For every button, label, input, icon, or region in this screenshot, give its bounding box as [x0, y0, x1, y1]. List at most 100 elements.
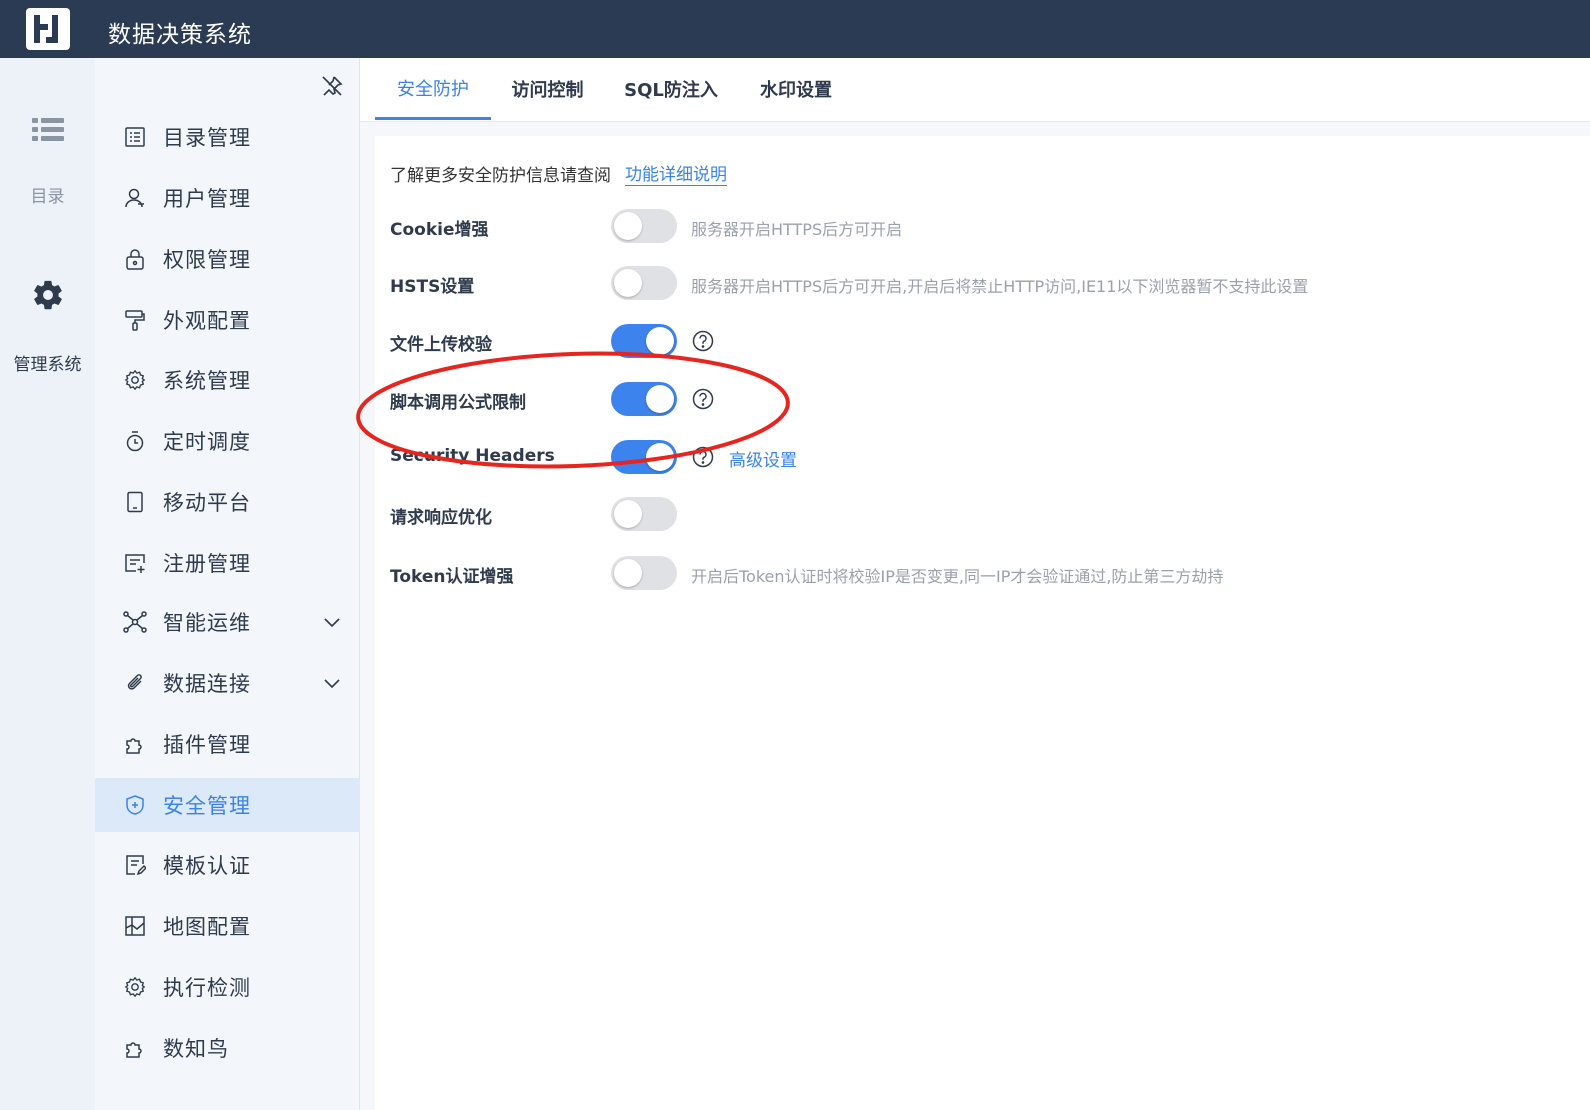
setting-row-cookie: Cookie增强 服务器开启HTTPS后方可开启 — [390, 208, 1570, 244]
sidebar-item-smart-ops[interactable]: 智能运维 — [95, 595, 360, 649]
settings-panel: 了解更多安全防护信息请查阅 功能详细说明 Cookie增强 服务器开启HTTPS… — [375, 136, 1590, 1110]
puzzle-icon — [123, 1036, 147, 1060]
sidebar-item-shuzhiniao[interactable]: 数知鸟 — [95, 1021, 360, 1075]
catalog-icon — [123, 125, 147, 149]
sidebar-item-label: 安全管理 — [163, 794, 251, 818]
script-formula-toggle[interactable] — [611, 382, 677, 416]
sidebar-item-system[interactable]: 系统管理 — [95, 353, 360, 407]
gear-icon — [33, 280, 62, 310]
rail-item-management[interactable]: 管理系统 — [0, 278, 95, 375]
sidebar-item-label: 智能运维 — [163, 611, 251, 635]
sidebar-item-label: 定时调度 — [163, 430, 251, 454]
setting-label: 文件上传校验 — [390, 335, 492, 355]
sidebar-item-catalog[interactable]: 目录管理 — [95, 110, 360, 164]
tab-watermark[interactable]: 水印设置 — [750, 58, 842, 120]
settings-icon — [123, 368, 147, 392]
sidebar: 目录管理 用户管理 权限管理 外观配置 系统管理 定时调度 移动平台 注册管理 … — [95, 58, 360, 1110]
setting-row-script-formula: 脚本调用公式限制 — [390, 381, 1570, 417]
sidebar-item-users[interactable]: 用户管理 — [95, 171, 360, 225]
security-headers-toggle[interactable] — [611, 440, 677, 474]
mobile-icon — [123, 490, 147, 514]
hsts-toggle[interactable] — [611, 266, 677, 300]
setting-row-file-upload: 文件上传校验 — [390, 323, 1570, 359]
info-line: 了解更多安全防护信息请查阅 功能详细说明 — [390, 160, 727, 186]
cookie-toggle[interactable] — [611, 209, 677, 243]
sidebar-item-label: 执行检测 — [163, 976, 251, 1000]
sidebar-item-label: 地图配置 — [163, 915, 251, 939]
feature-details-link[interactable]: 功能详细说明 — [625, 160, 727, 186]
tab-bar: 安全防护 访问控制 SQL防注入 水印设置 — [360, 58, 1590, 122]
help-icon[interactable] — [692, 330, 714, 352]
left-rail: 目录 管理系统 — [0, 58, 95, 1110]
sidebar-item-permissions[interactable]: 权限管理 — [95, 232, 360, 286]
app-title: 数据决策系统 — [108, 22, 252, 48]
sidebar-item-register[interactable]: 注册管理 — [95, 536, 360, 590]
sidebar-item-schedule[interactable]: 定时调度 — [95, 414, 360, 468]
rail-item-catalog[interactable]: 目录 — [0, 116, 95, 207]
setting-row-token: Token认证增强 开启后Token认证时将校验IP是否变更,同一IP才会验证通… — [390, 555, 1570, 591]
sidebar-item-data-connection[interactable]: 数据连接 — [95, 656, 360, 710]
setting-description: 服务器开启HTTPS后方可开启 — [691, 220, 903, 239]
main-panel: 安全防护 访问控制 SQL防注入 水印设置 了解更多安全防护信息请查阅 功能详细… — [360, 58, 1590, 1110]
info-text: 了解更多安全防护信息请查阅 — [390, 165, 611, 186]
sidebar-item-plugins[interactable]: 插件管理 — [95, 717, 360, 771]
sidebar-item-label: 用户管理 — [163, 187, 251, 211]
tab-sql-injection[interactable]: SQL防注入 — [615, 58, 727, 120]
sidebar-item-label: 移动平台 — [163, 491, 251, 515]
sidebar-item-execution-check[interactable]: 执行检测 — [95, 960, 360, 1014]
register-icon — [123, 551, 147, 575]
setting-description: 开启后Token认证时将校验IP是否变更,同一IP才会验证通过,防止第三方劫持 — [691, 567, 1224, 586]
setting-row-response-optimization: 请求响应优化 — [390, 496, 1570, 532]
user-icon — [123, 186, 147, 210]
setting-label: Cookie增强 — [390, 220, 489, 240]
setting-row-hsts: HSTS设置 服务器开启HTTPS后方可开启,开启后将禁止HTTP访问,IE11… — [390, 265, 1570, 301]
setting-row-security-headers: Security Headers 高级设置 — [390, 439, 1570, 475]
chevron-down-icon[interactable] — [322, 612, 342, 632]
file-upload-toggle[interactable] — [611, 324, 677, 358]
setting-description: 服务器开启HTTPS后方可开启,开启后将禁止HTTP访问,IE11以下浏览器暂不… — [691, 277, 1309, 296]
app-logo-icon — [26, 8, 70, 50]
response-optimization-toggle[interactable] — [611, 497, 677, 531]
tab-access-control[interactable]: 访问控制 — [500, 58, 595, 120]
sidebar-item-label: 模板认证 — [163, 854, 251, 878]
help-icon[interactable] — [692, 446, 714, 468]
timer-icon — [123, 429, 147, 453]
paperclip-icon — [123, 671, 147, 695]
network-icon — [123, 610, 147, 634]
sidebar-item-label: 数据连接 — [163, 672, 251, 696]
sidebar-item-label: 外观配置 — [163, 309, 251, 333]
rail-label-management: 管理系统 — [13, 355, 82, 375]
paint-roller-icon — [123, 308, 147, 332]
sidebar-item-label: 插件管理 — [163, 733, 251, 757]
template-icon — [123, 853, 147, 877]
puzzle-icon — [123, 732, 147, 756]
setting-label: 脚本调用公式限制 — [390, 393, 526, 413]
rail-label-catalog: 目录 — [30, 187, 65, 207]
settings-icon — [123, 975, 147, 999]
list-icon — [31, 118, 64, 141]
sidebar-item-mobile[interactable]: 移动平台 — [95, 475, 360, 529]
top-header: 数据决策系统 — [0, 0, 1590, 58]
sidebar-item-label: 系统管理 — [163, 369, 251, 393]
sidebar-item-label: 权限管理 — [163, 248, 251, 272]
token-toggle[interactable] — [611, 556, 677, 590]
sidebar-item-security[interactable]: 安全管理 — [95, 778, 360, 832]
shield-icon — [123, 793, 147, 817]
setting-label: 请求响应优化 — [390, 508, 492, 528]
sidebar-item-map[interactable]: 地图配置 — [95, 899, 360, 953]
map-icon — [123, 914, 147, 938]
sidebar-item-template-auth[interactable]: 模板认证 — [95, 838, 360, 892]
sidebar-item-label: 数知鸟 — [163, 1037, 229, 1061]
sidebar-item-label: 目录管理 — [163, 126, 251, 150]
lock-icon — [123, 247, 147, 271]
advanced-settings-link[interactable]: 高级设置 — [729, 446, 797, 471]
sidebar-item-appearance[interactable]: 外观配置 — [95, 293, 360, 347]
tab-security-protection[interactable]: 安全防护 — [375, 58, 491, 120]
sidebar-item-label: 注册管理 — [163, 552, 251, 576]
setting-label: HSTS设置 — [390, 277, 475, 297]
unpin-icon[interactable] — [320, 74, 344, 98]
help-icon[interactable] — [692, 388, 714, 410]
setting-label: Security Headers — [390, 446, 555, 466]
chevron-down-icon[interactable] — [322, 673, 342, 693]
setting-label: Token认证增强 — [390, 567, 514, 587]
